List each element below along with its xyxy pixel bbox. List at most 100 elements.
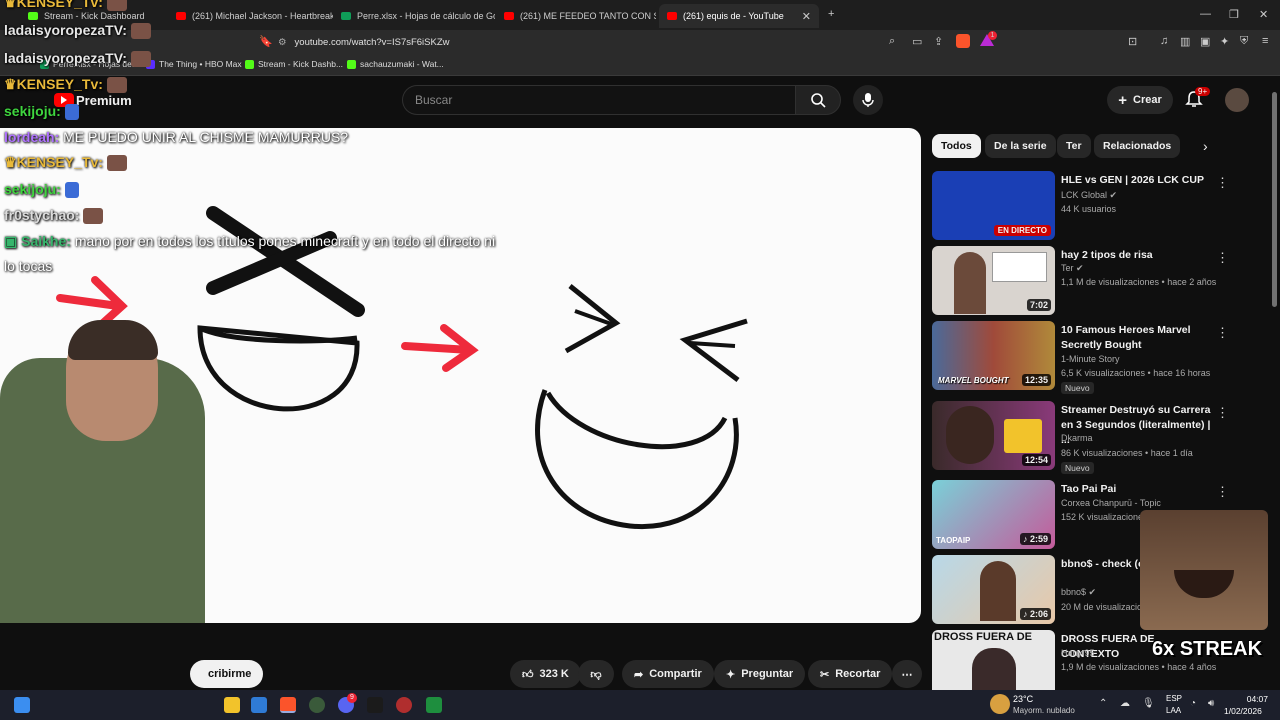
menu-icon[interactable]: ≡: [1262, 35, 1268, 47]
tab-perre-sheets[interactable]: Perre.xlsx - Hojas de cálculo de Goog: [333, 4, 495, 28]
weather-icon[interactable]: [990, 694, 1010, 714]
clock-time[interactable]: 04:07: [1238, 694, 1268, 704]
video-thumbnail[interactable]: MARVEL BOUGHT 12:35: [932, 321, 1055, 390]
list-item[interactable]: 7:02 hay 2 tipos de risa Ter ✔ 1,1 M de …: [932, 246, 1262, 316]
chevron-right-icon[interactable]: ›: [1203, 138, 1208, 154]
video-thumbnail[interactable]: 7:02: [932, 246, 1055, 315]
thumbs-up-icon: 👍︎: [522, 668, 534, 681]
channel-name[interactable]: 1-Minute Story: [1061, 354, 1120, 364]
new-badge: Nuevo: [1061, 462, 1094, 474]
emote-icon: [130, 51, 151, 68]
video-thumbnail[interactable]: DROSS FUERA DE: [932, 630, 1055, 699]
voice-search-button[interactable]: [853, 85, 883, 115]
vpn-icon[interactable]: ⛨: [1240, 35, 1248, 48]
more-options-icon[interactable]: ⋮: [1216, 175, 1229, 191]
chip-ter[interactable]: Ter: [1057, 134, 1091, 158]
video-thumbnail[interactable]: TAOPAIP ♪ 2:59: [932, 480, 1055, 549]
search-button[interactable]: [795, 85, 841, 115]
bookmarks-bar: Perre.xlsx - Hojas de... The Thing • HBO…: [0, 54, 1280, 76]
tab-equis-de-active[interactable]: (261) equis de - YouTube ✕: [659, 4, 819, 28]
address-bar: 🔖 ⚙ youtube.com/watch?v=IS7sF6iSKZw ⌕ ▭ …: [0, 30, 1280, 54]
channel-name[interactable]: bbno$ ✔: [1061, 587, 1096, 598]
subscribe-button[interactable]: cribirme: [190, 660, 264, 688]
new-tab-button[interactable]: +: [828, 8, 834, 20]
bookmark-kick-stream[interactable]: Stream - Kick Dashb...: [245, 59, 343, 69]
tray-chevron-icon[interactable]: ⌃: [1099, 698, 1107, 709]
channel-name[interactable]: Hany 95: [1061, 648, 1095, 658]
mail-icon[interactable]: [251, 697, 267, 713]
list-item[interactable]: 12:54 Streamer Destruyó su Carrera en 3 …: [932, 401, 1262, 474]
language-indicator[interactable]: ESP: [1166, 694, 1182, 703]
sidebar-icon[interactable]: ▥: [1180, 35, 1190, 48]
xbox-icon[interactable]: [309, 697, 325, 713]
ask-button[interactable]: ✦ Preguntar: [714, 660, 806, 688]
cast-icon[interactable]: ▭: [912, 35, 922, 48]
more-options-icon[interactable]: ⋮: [1216, 484, 1229, 500]
brave-shields-icon[interactable]: [956, 34, 970, 48]
video-player[interactable]: [0, 128, 921, 623]
video-thumbnail[interactable]: 12:54: [932, 401, 1055, 470]
folder-icon: [1004, 419, 1042, 453]
chip-de-la-serie[interactable]: De la serie: [985, 134, 1056, 158]
close-window-button[interactable]: ✕: [1259, 8, 1268, 21]
bookmark-icon[interactable]: 🔖: [259, 35, 273, 48]
share-button[interactable]: ➦ Compartir: [622, 660, 714, 688]
discord-icon[interactable]: 9: [338, 693, 357, 713]
video-thumbnail[interactable]: ♪ 2:06: [932, 555, 1055, 624]
tab-michael-jackson[interactable]: (261) Michael Jackson - Heartbreak H: [168, 4, 333, 28]
chip-todos[interactable]: Todos: [932, 134, 981, 158]
more-options-icon[interactable]: ⋮: [1216, 405, 1229, 421]
avatar[interactable]: [1225, 88, 1249, 112]
more-options-icon[interactable]: ⋮: [1216, 325, 1229, 341]
clip-button[interactable]: ✂ Recortar: [808, 660, 893, 688]
channel-name[interactable]: Dkarma: [1061, 433, 1093, 443]
obs-icon[interactable]: [396, 697, 412, 713]
tab-me-feedeo[interactable]: (261) ME FEEDEO TANTO CON SMO: [496, 4, 656, 28]
bookmark-the-thing[interactable]: The Thing • HBO Max: [146, 59, 242, 69]
windows-start-icon[interactable]: [14, 697, 30, 713]
zoom-icon[interactable]: ⌕: [889, 35, 895, 48]
search-input[interactable]: Buscar: [402, 85, 796, 115]
chip-relacionados[interactable]: Relacionados: [1094, 134, 1181, 158]
create-button[interactable]: + Crear: [1107, 86, 1173, 114]
terminal-icon[interactable]: [367, 697, 383, 713]
more-options-icon[interactable]: ⋮: [1216, 250, 1229, 266]
notifications-button[interactable]: 9+: [1185, 87, 1211, 113]
chat-line: ▣ Saikhe: mano por en todos los títulos …: [4, 233, 496, 249]
search-icon: [811, 93, 826, 108]
url-field[interactable]: ⚙ youtube.com/watch?v=IS7sF6iSKZw: [278, 33, 878, 51]
channel-name[interactable]: Ter ✔: [1061, 263, 1084, 274]
channel-name[interactable]: LCK Global ✔: [1061, 190, 1117, 201]
dislike-button[interactable]: 👎︎: [578, 660, 614, 688]
music-icon[interactable]: ♫: [1160, 35, 1168, 47]
list-item[interactable]: MARVEL BOUGHT 12:35 10 Famous Heroes Mar…: [932, 321, 1262, 394]
like-button[interactable]: 👍︎ 323 K: [510, 660, 581, 688]
maximize-button[interactable]: ❐: [1229, 8, 1239, 21]
wifi-icon[interactable]: ◔: [1190, 698, 1196, 709]
bookmark-sachauzumaki[interactable]: sachauzumaki - Wat...: [347, 59, 444, 69]
thumbnail-person: [980, 561, 1016, 621]
file-explorer-icon[interactable]: [224, 697, 240, 713]
brave-rewards-icon[interactable]: 1: [980, 31, 997, 48]
kick-app-icon[interactable]: [426, 697, 442, 713]
weather-temp[interactable]: 23°C: [1013, 694, 1033, 704]
mic-tray-icon[interactable]: 🎙︎: [1142, 698, 1155, 709]
channel-name[interactable]: Corxea Chanpurū - Topic: [1061, 498, 1161, 508]
site-settings-icon[interactable]: ⚙: [278, 37, 287, 48]
youtube-premium-label[interactable]: Premium: [76, 93, 132, 108]
network-icon[interactable]: ☁: [1120, 698, 1130, 709]
close-tab-icon[interactable]: ✕: [802, 10, 811, 23]
emote-icon: [64, 104, 79, 121]
volume-icon[interactable]: 🔊︎: [1208, 698, 1214, 709]
brave-browser-icon[interactable]: [280, 697, 296, 713]
sparkle-icon: ✦: [726, 668, 736, 681]
screenshot-icon[interactable]: ⊡: [1128, 35, 1137, 48]
share-icon[interactable]: ⇪: [934, 35, 943, 48]
wallet-icon[interactable]: ▣: [1200, 35, 1210, 48]
leo-ai-icon[interactable]: ✦: [1220, 35, 1229, 48]
video-thumbnail[interactable]: EN DIRECTO: [932, 171, 1055, 240]
scrollbar-thumb[interactable]: [1272, 92, 1277, 307]
minimize-button[interactable]: —: [1200, 8, 1211, 20]
more-actions-button[interactable]: ⋯: [892, 660, 922, 688]
list-item[interactable]: EN DIRECTO HLE vs GEN | 2026 LCK CUP LCK…: [932, 171, 1262, 241]
